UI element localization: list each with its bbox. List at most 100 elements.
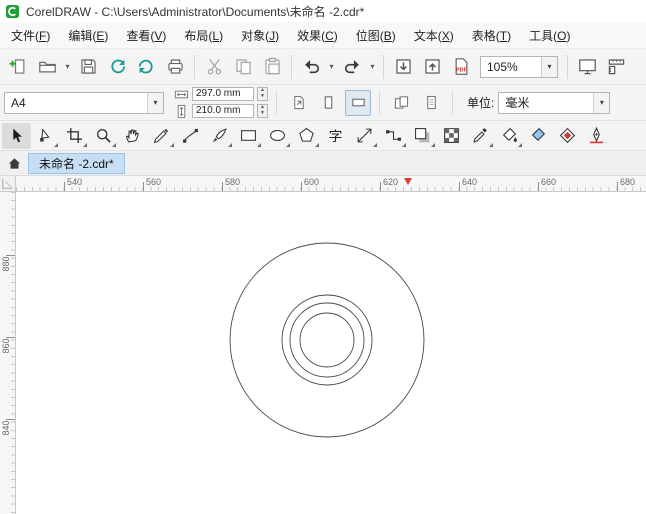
horizontal-ruler[interactable]: 540 560 580 600 620 640 660 680 — [16, 176, 646, 192]
copy-button[interactable] — [229, 53, 257, 81]
ruler-tick — [64, 182, 65, 191]
circle-shape[interactable] — [299, 312, 355, 368]
smart-fill-tool-icon — [531, 127, 546, 142]
export-icon — [424, 59, 440, 74]
new-document-icon — [9, 59, 24, 74]
zoom-level-combo[interactable]: 105% ▾ — [480, 55, 558, 78]
chevron-down-icon[interactable]: ▾ — [593, 92, 610, 113]
menu-item-table[interactable]: 表格(T) — [463, 23, 520, 48]
crop-tool[interactable] — [60, 123, 89, 149]
text-tool[interactable]: 字 — [321, 123, 350, 149]
pick-tool[interactable] — [2, 122, 31, 149]
menu-item-layout[interactable]: 布局(L) — [175, 23, 232, 48]
title-bar: CorelDRAW - C:\Users\Administrator\Docum… — [0, 0, 646, 22]
page-height-spinner[interactable]: ▲ ▼ — [257, 104, 268, 118]
outline-pen-tool[interactable] — [582, 123, 611, 149]
show-rulers-button[interactable] — [602, 53, 630, 81]
svg-text:字: 字 — [329, 128, 343, 144]
cloud-upload-button[interactable] — [132, 53, 160, 81]
flyout-indicator — [228, 142, 232, 147]
new-document-button[interactable] — [4, 53, 32, 81]
vertical-ruler[interactable]: 880 860 840 — [0, 192, 16, 514]
separator — [276, 90, 277, 115]
export-button[interactable] — [418, 53, 446, 81]
parallel-dimension-tool[interactable] — [350, 123, 379, 149]
separator — [194, 54, 195, 79]
redo-button[interactable] — [338, 53, 366, 81]
portrait-button[interactable] — [315, 90, 341, 116]
undo-button[interactable] — [297, 53, 325, 81]
menu-item-view[interactable]: 查看(V) — [117, 23, 175, 48]
connector-tool[interactable] — [379, 123, 408, 149]
page-size-preset-combo[interactable]: A4 ▾ — [4, 91, 164, 114]
zoom-tool-icon — [96, 128, 111, 143]
full-screen-preview-button[interactable] — [573, 53, 601, 81]
open-dropdown[interactable]: ▾ — [62, 62, 73, 71]
paste-button[interactable] — [258, 53, 286, 81]
artistic-media-tool[interactable] — [205, 123, 234, 149]
polygon-tool[interactable] — [292, 123, 321, 149]
rectangle-tool[interactable] — [234, 123, 263, 149]
bezier-tool[interactable] — [176, 123, 205, 149]
drawing-canvas[interactable] — [16, 192, 646, 514]
units-combo[interactable]: 毫米 ▾ — [498, 91, 611, 114]
save-button[interactable] — [74, 53, 102, 81]
menu-item-file[interactable]: 文件(F) — [2, 23, 59, 48]
circle-shape[interactable] — [281, 294, 373, 386]
document-tab[interactable]: 未命名 -2.cdr* — [28, 152, 125, 174]
undo-dropdown[interactable]: ▾ — [326, 62, 337, 71]
outline-pen-tool-icon — [590, 127, 603, 144]
page-settings-button[interactable] — [285, 90, 311, 116]
chevron-down-icon[interactable]: ▾ — [147, 92, 163, 113]
page-width-input[interactable]: 297.0 mm — [192, 87, 254, 101]
ruler-label: 880 — [1, 256, 11, 272]
ellipse-tool[interactable] — [263, 123, 292, 149]
open-icon — [38, 61, 56, 73]
circle-shape[interactable] — [289, 302, 365, 378]
menu-item-bitmaps[interactable]: 位图(B) — [347, 23, 405, 48]
page-height-input[interactable]: 210.0 mm — [192, 104, 254, 118]
current-page-button[interactable] — [418, 90, 444, 116]
ruler-tick — [380, 182, 381, 191]
menu-item-object[interactable]: 对象(J) — [232, 23, 288, 48]
cut-button[interactable] — [200, 53, 228, 81]
cut-icon — [207, 59, 221, 75]
publish-pdf-button[interactable]: PDF — [447, 53, 475, 81]
color-eyedropper-tool[interactable] — [466, 123, 495, 149]
ruler-origin-corner[interactable] — [0, 176, 16, 192]
open-button[interactable] — [33, 53, 61, 81]
import-button[interactable] — [389, 53, 417, 81]
chevron-down-icon[interactable]: ▾ — [541, 56, 557, 77]
freehand-tool[interactable] — [147, 123, 176, 149]
print-button[interactable] — [161, 53, 189, 81]
smart-fill-tool[interactable] — [524, 123, 553, 149]
menu-item-tools[interactable]: 工具(O) — [520, 23, 579, 48]
canvas-row: 880 860 840 — [0, 192, 646, 514]
transparency-tool[interactable] — [437, 123, 466, 149]
shape-tool[interactable] — [31, 123, 60, 149]
ellipse-tool-icon — [270, 129, 285, 142]
home-button[interactable] — [3, 153, 25, 174]
menu-item-text[interactable]: 文本(X) — [405, 23, 463, 48]
drop-shadow-tool[interactable] — [408, 123, 437, 149]
drawing-svg — [229, 242, 425, 438]
all-pages-button[interactable] — [388, 90, 414, 116]
flyout-indicator — [83, 142, 87, 147]
cloud-upload-icon — [138, 59, 153, 74]
zoom-tool[interactable] — [89, 123, 118, 149]
menu-item-edit[interactable]: 编辑(E) — [59, 23, 117, 48]
menu-item-effects[interactable]: 效果(C) — [288, 23, 347, 48]
ruler-tick — [143, 182, 144, 191]
artistic-media-tool-icon — [212, 128, 227, 143]
transparency-tool-icon — [444, 128, 459, 143]
page-width-spinner[interactable]: ▲ ▼ — [257, 87, 268, 101]
cloud-download-button[interactable] — [103, 53, 131, 81]
ruler-label: 580 — [225, 177, 241, 187]
redo-dropdown[interactable]: ▾ — [367, 62, 378, 71]
page-width-icon — [174, 87, 189, 102]
landscape-button[interactable] — [345, 89, 371, 116]
interactive-fill-tool[interactable] — [495, 123, 524, 149]
pan-tool[interactable] — [118, 123, 147, 149]
fill-color-tool[interactable] — [553, 123, 582, 149]
circle-shape[interactable] — [229, 242, 425, 438]
